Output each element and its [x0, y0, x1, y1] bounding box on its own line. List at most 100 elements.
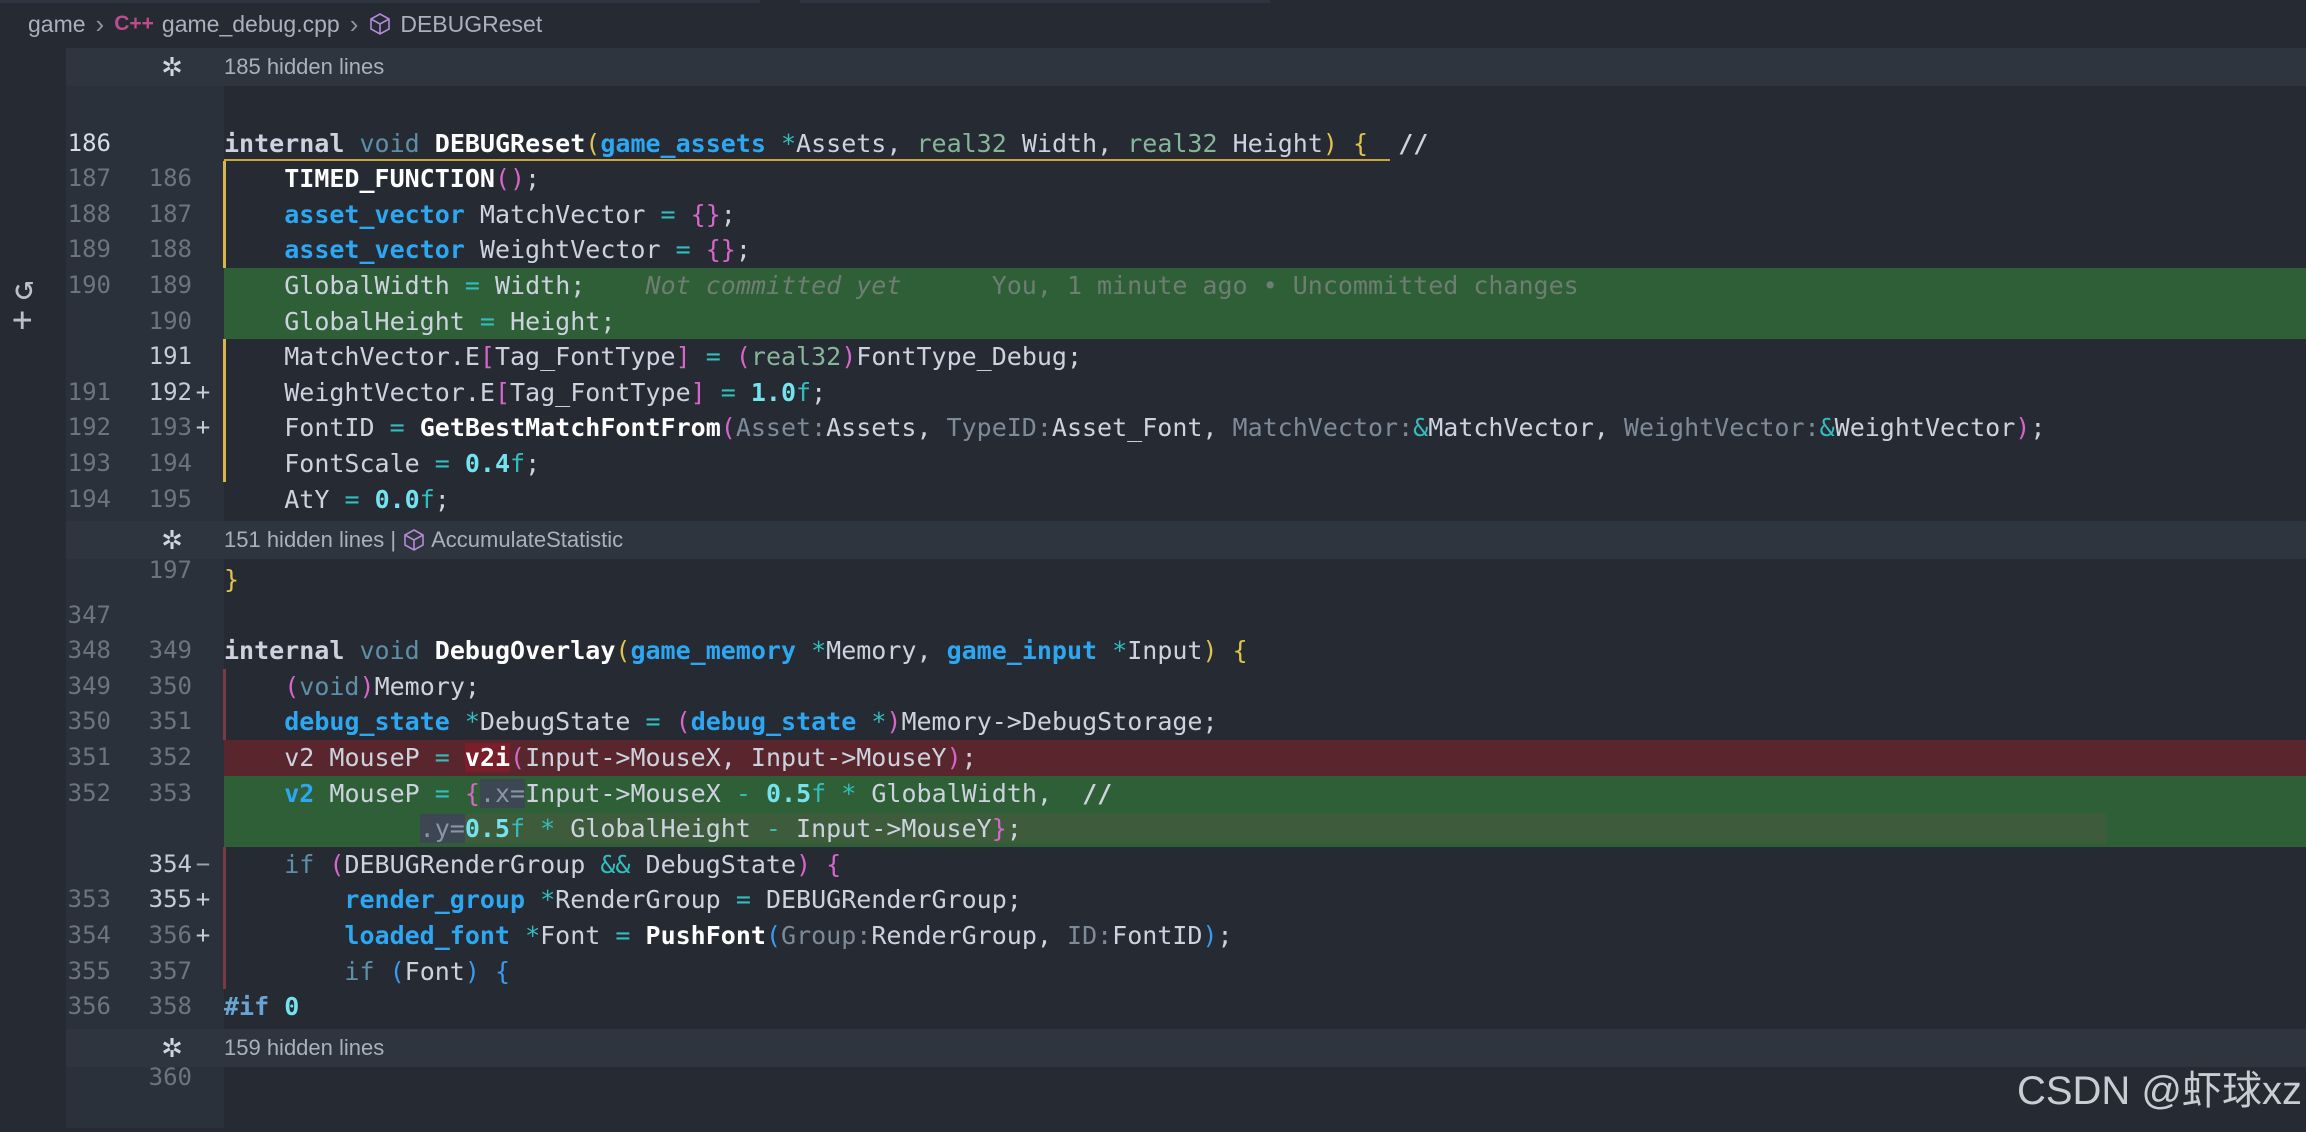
type-name: asset_vector	[284, 199, 465, 229]
folded-region-bottom[interactable]: ✲ 159 hidden lines	[66, 1029, 2306, 1067]
symbol-method-icon	[404, 529, 425, 551]
code-line[interactable]: 348 350	[66, 598, 2306, 700]
variable: DEBUGRenderGroup	[765, 885, 1007, 915]
code-line[interactable]: 353 356 if (DEBUGRenderGroup && DebugSta…	[66, 846, 2306, 949]
function-name: GetBestMatchFontFrom	[419, 413, 721, 443]
argument: Input->MouseX	[525, 778, 721, 808]
variable: GlobalWidth	[284, 271, 450, 300]
code-line[interactable]: 193 195 FontID = GetBestMatchFontFrom(As…	[66, 410, 2306, 513]
code-text: FontScale = 0.4f;	[284, 449, 541, 478]
code-line[interactable]: 347 349 }	[66, 562, 2306, 664]
variable: FontScale	[284, 449, 420, 478]
inline-highlight: .y=0.5f * GlobalHeight - Input->MouseY};	[419, 814, 2106, 844]
code-line[interactable]: 350 352 (void)Memory;	[66, 668, 2306, 771]
fold-icon[interactable]: ✲	[152, 521, 192, 559]
type-name: asset_vector	[284, 235, 465, 265]
code-line[interactable]: 187 187 internal void DEBUGReset(game_as…	[66, 126, 2306, 228]
operator: -	[735, 778, 751, 808]
deleted-line[interactable]: 352 − v2 MouseP = v2i(Input->MouseX, Inp…	[66, 740, 2306, 878]
editor-margin	[0, 48, 66, 1128]
inlay-hint: Asset:	[735, 413, 827, 443]
number-suffix: f	[811, 778, 827, 808]
added-line[interactable]: 355 + .y=0.5f * GlobalHeight - Input->Mo…	[66, 811, 2306, 949]
brace: {}	[705, 235, 736, 265]
code-line[interactable]: 351 353 debug_state *DebugState = (debug…	[66, 704, 2306, 807]
operator: =	[675, 235, 691, 265]
variable: RenderGroup	[555, 885, 721, 915]
operator: *	[1112, 636, 1128, 666]
variable: FontID	[284, 413, 375, 443]
hidden-lines-label: 159 hidden lines	[224, 1035, 385, 1060]
added-line[interactable]: 192 + GlobalHeight = Height;	[66, 303, 2306, 441]
operator: *	[841, 778, 857, 808]
code-line[interactable]: 189 189 asset_vector MatchVector = {};	[66, 196, 2306, 299]
hidden-lines-label: 151 hidden lines | AccumulateStatistic	[224, 521, 623, 559]
code-line[interactable]: 349 351 internal void DebugOverlay(game_…	[66, 633, 2306, 735]
paren: ()	[494, 164, 526, 194]
operator: *	[540, 885, 556, 915]
code-line[interactable]: 188 188 TIMED_FUNCTION();	[66, 161, 2306, 263]
breadcrumb-symbol[interactable]: DEBUGReset	[400, 11, 542, 38]
type-name: real32	[916, 128, 1007, 158]
added-line[interactable]: 354 + v2 MouseP = {.x=Input->MouseX - 0.…	[66, 775, 2306, 913]
type-name: debug_state	[690, 707, 857, 737]
function-name: TIMED_FUNCTION	[284, 164, 495, 194]
code-line[interactable]: 357 360 #if 0	[66, 989, 2306, 1091]
code-text: (void)Memory;	[284, 671, 480, 701]
keyword: if	[284, 849, 315, 879]
fold-icon[interactable]: ✲	[152, 1029, 192, 1067]
code-line[interactable]: 186 186	[66, 90, 2306, 193]
function-name: PushFont	[645, 921, 766, 950]
keyword: void	[359, 636, 420, 666]
number-literal: 0.5	[765, 778, 812, 808]
hidden-lines-label: 185 hidden lines	[224, 54, 385, 79]
operator: &	[1819, 413, 1835, 443]
variable: Width	[494, 271, 571, 300]
brace: {	[464, 778, 480, 808]
bracket: [	[494, 377, 510, 407]
argument: Input->MouseX	[525, 743, 721, 772]
keyword: void	[359, 128, 420, 158]
fold-icon[interactable]: ✲	[152, 48, 192, 86]
operator: =	[464, 271, 480, 300]
breadcrumb-folder[interactable]: game	[28, 11, 86, 38]
number-literal: 0.5	[464, 814, 510, 844]
paren: )	[946, 743, 962, 772]
code-line[interactable]: 354 357 render_group *RenderGroup = DEBU…	[66, 882, 2306, 985]
code-line[interactable]: 194 196 FontScale = 0.4f;	[66, 446, 2306, 548]
type-name: render_group	[344, 885, 526, 915]
code-line[interactable]: 356 359 if (Font) {	[66, 953, 2306, 1056]
folded-region-middle[interactable]: ✲ 151 hidden lines | AccumulateStatistic	[66, 521, 2306, 559]
code-line[interactable]: 192 194 WeightVector.E[Tag_FontType] = 1…	[66, 374, 2306, 477]
chevron-right-icon: ›	[95, 9, 105, 39]
paren: )	[1202, 636, 1218, 666]
folded-region-top[interactable]: ✲ 185 hidden lines	[66, 48, 2306, 86]
inlay-hint: .y=	[419, 814, 465, 844]
code-line[interactable]: 190 190 asset_vector WeightVector = {};	[66, 232, 2306, 335]
bracket: ]	[675, 342, 691, 372]
variable: MouseP	[329, 778, 420, 808]
param: Width	[1021, 128, 1098, 158]
param: Memory	[826, 636, 917, 666]
code-line[interactable]: 191 193 MatchVector.E[Tag_FontType] = (r…	[66, 339, 2306, 441]
inlay-hint: Group:	[781, 921, 872, 950]
variable: DEBUGRenderGroup	[344, 849, 586, 879]
operator: =	[705, 342, 721, 372]
type-name: real32	[750, 342, 842, 372]
paren: (	[615, 636, 631, 666]
variable: WeightVector.E	[284, 377, 495, 407]
param: Assets	[796, 128, 887, 158]
breadcrumb-file[interactable]: game_debug.cpp	[162, 11, 340, 38]
code-text: FontID = GetBestMatchFontFrom(Asset:Asse…	[284, 413, 2046, 443]
plus-icon[interactable]: +	[12, 300, 32, 340]
function-name: v2i	[464, 743, 511, 772]
code-line[interactable]: 195 197 AtY = 0.0f;	[66, 482, 2306, 584]
added-line[interactable]: 191 + GlobalWidth = Width; Not committed…	[66, 268, 2306, 406]
paren: (	[675, 707, 691, 737]
paren: )	[841, 342, 857, 372]
brace: {}	[690, 199, 721, 229]
argument: Asset_Font	[1051, 413, 1203, 443]
code-line[interactable]: 355 358 loaded_font *Font = PushFont(Gro…	[66, 918, 2306, 1020]
paren: (	[510, 743, 526, 772]
